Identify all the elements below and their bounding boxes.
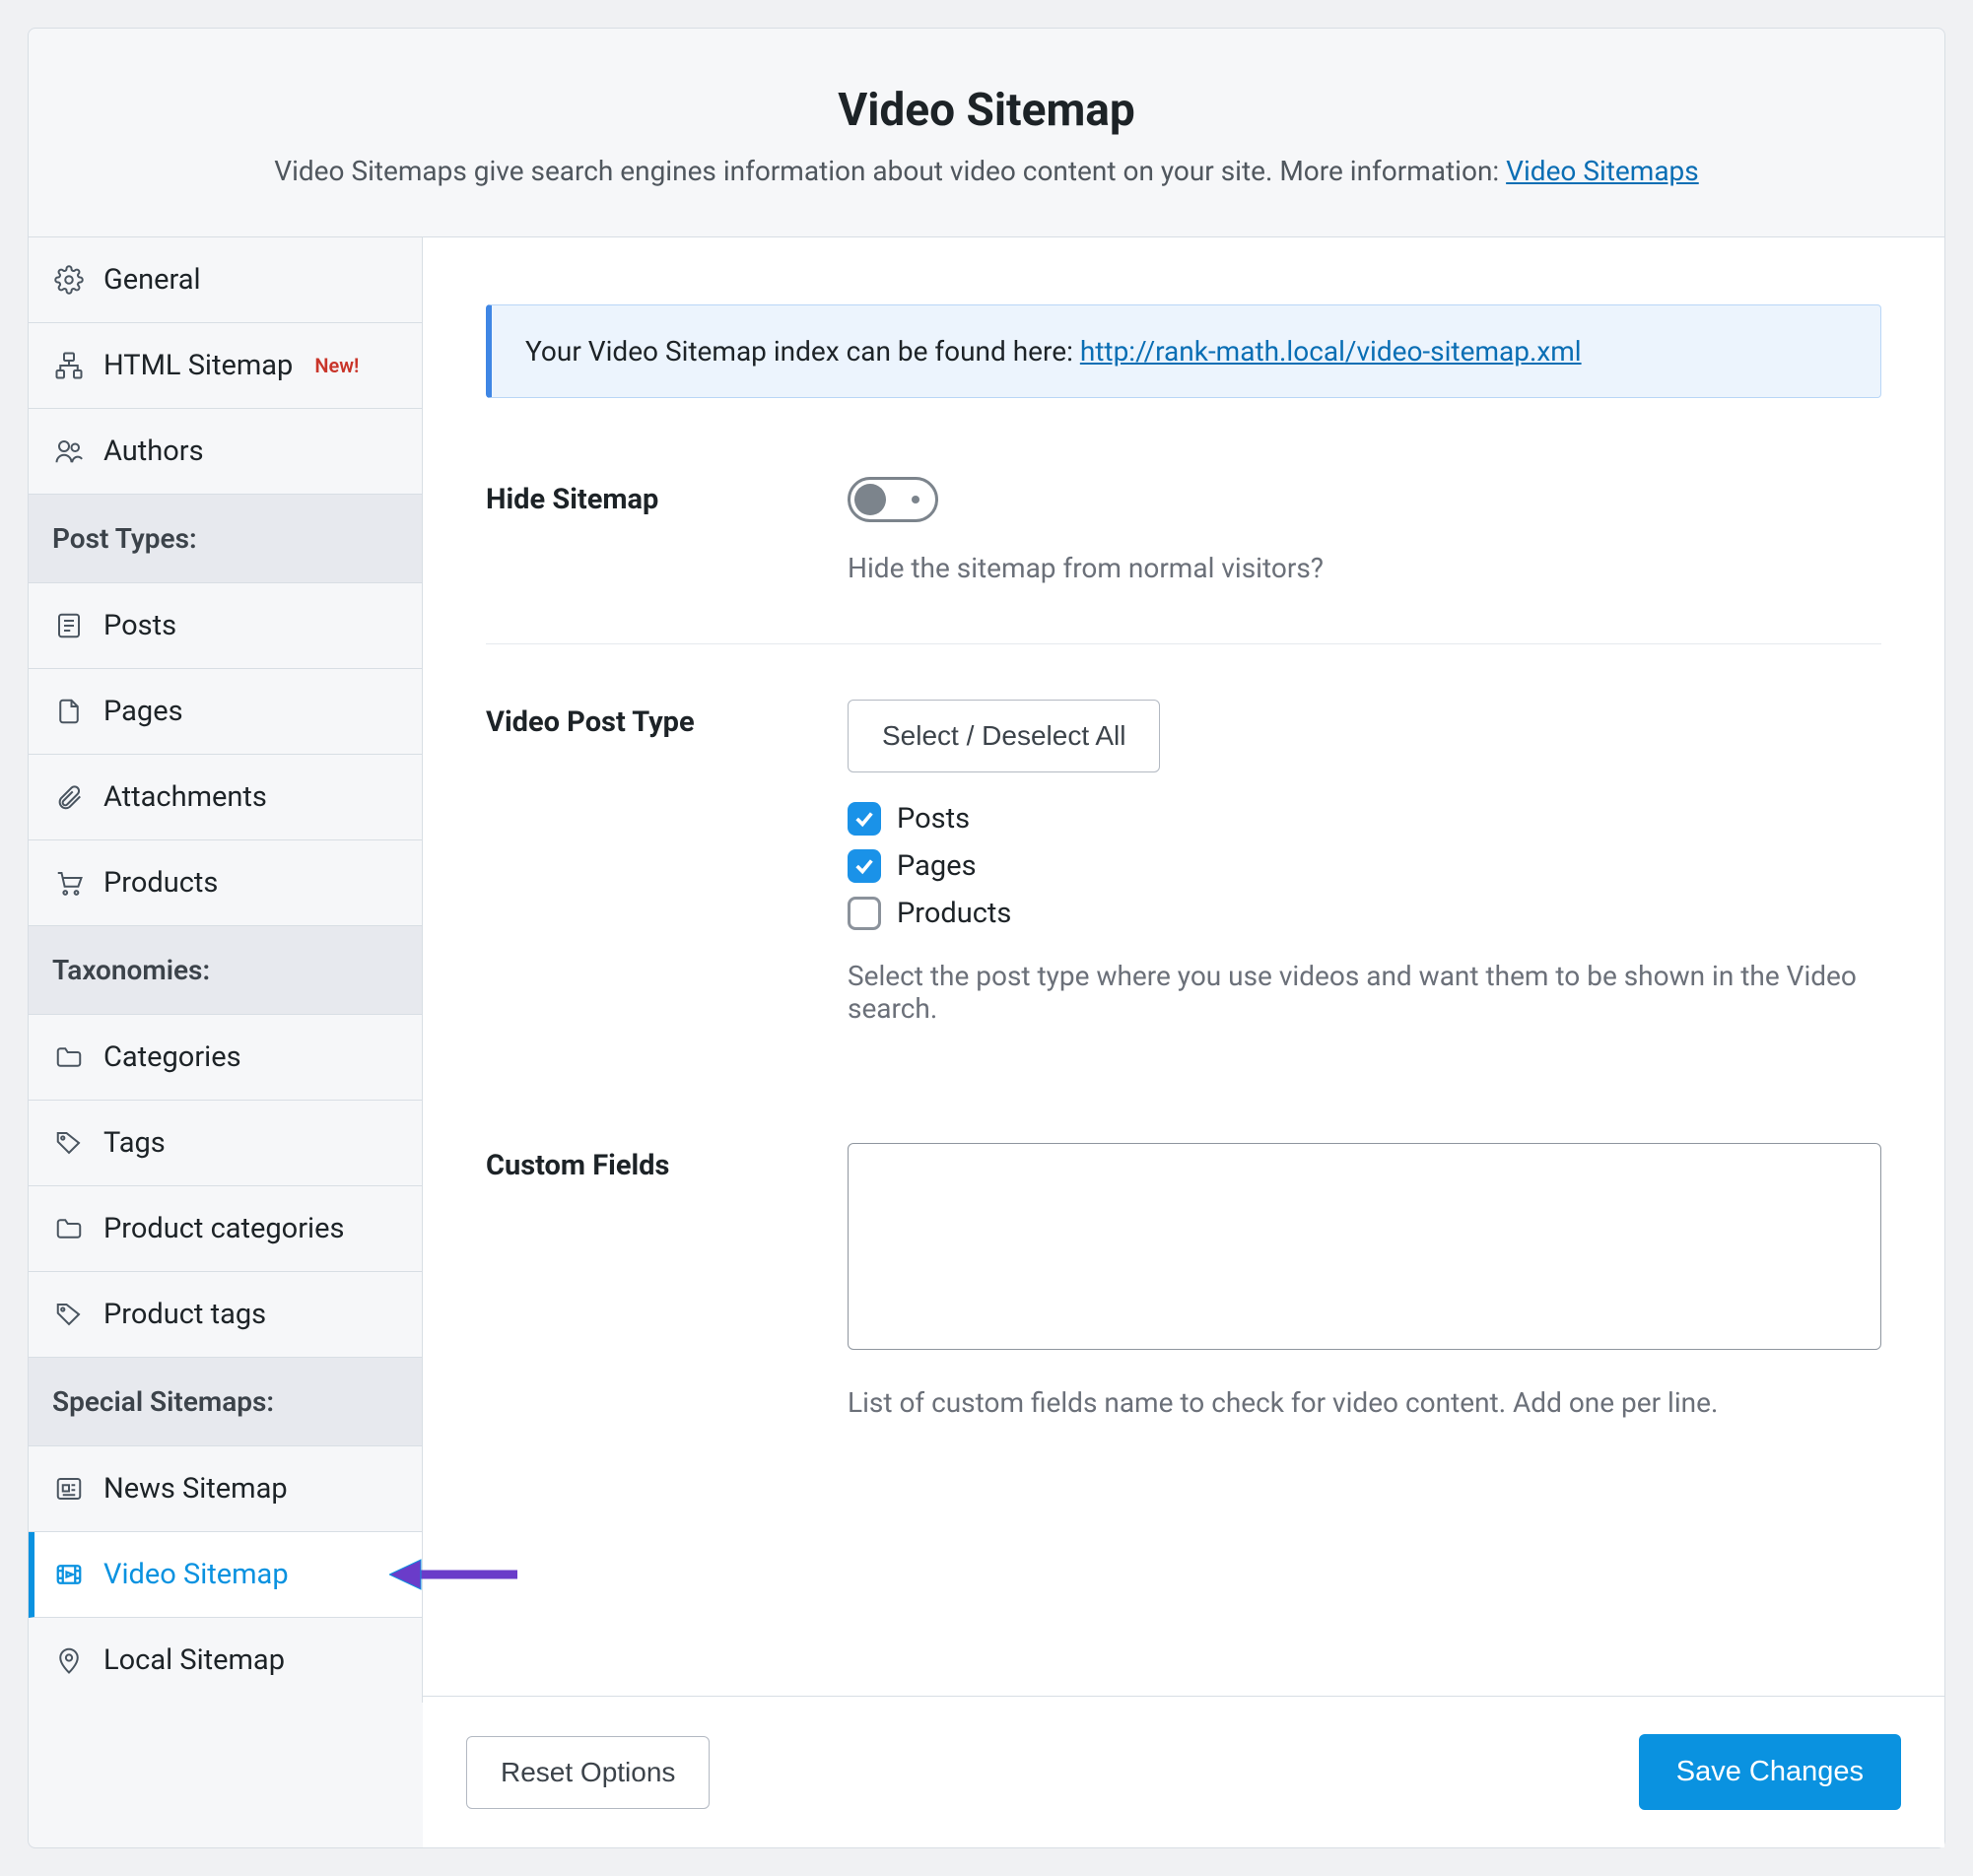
setting-hide-sitemap: Hide Sitemap Hide the sitemap from norma… xyxy=(486,477,1881,644)
sidebar-item-tags[interactable]: Tags xyxy=(29,1101,422,1186)
checkbox-checked-icon xyxy=(848,802,881,836)
sidebar-item-label: Pages xyxy=(103,695,183,728)
sidebar-item-html-sitemap[interactable]: HTML Sitemap New! xyxy=(29,323,422,409)
sidebar-item-label: Product categories xyxy=(103,1212,344,1245)
checkbox-unchecked-icon xyxy=(848,897,881,930)
sidebar-item-label: Product tags xyxy=(103,1298,266,1331)
setting-custom-fields: Custom Fields List of custom fields name… xyxy=(486,1143,1881,1478)
panel-footer: Reset Options Save Changes xyxy=(423,1696,1944,1847)
sidebar-item-news-sitemap[interactable]: News Sitemap xyxy=(29,1446,422,1532)
folder-icon xyxy=(52,1212,86,1245)
sidebar-item-general[interactable]: General xyxy=(29,237,422,323)
setting-help: Select the post type where you use video… xyxy=(848,960,1881,1025)
sidebar-item-products[interactable]: Products xyxy=(29,840,422,926)
gear-icon xyxy=(52,263,86,297)
sidebar-item-label: Local Sitemap xyxy=(103,1643,285,1677)
custom-fields-textarea[interactable] xyxy=(848,1143,1881,1350)
tag-icon xyxy=(52,1298,86,1331)
sidebar-item-label: HTML Sitemap xyxy=(103,349,293,382)
sidebar-section-posttypes: Post Types: xyxy=(29,495,422,583)
sidebar-item-product-categories[interactable]: Product categories xyxy=(29,1186,422,1272)
reset-options-button[interactable]: Reset Options xyxy=(466,1736,710,1809)
users-icon xyxy=(52,435,86,468)
sidebar-section-taxonomies: Taxonomies: xyxy=(29,926,422,1015)
settings-content: Your Video Sitemap index can be found he… xyxy=(423,237,1944,1696)
video-sitemaps-doc-link[interactable]: Video Sitemaps xyxy=(1506,155,1699,187)
settings-panel: Video Sitemap Video Sitemaps give search… xyxy=(28,28,1945,1848)
sidebar-item-label: Posts xyxy=(103,609,176,642)
checkbox-products[interactable]: Products xyxy=(848,897,1881,930)
setting-help: List of custom fields name to check for … xyxy=(848,1386,1881,1419)
settings-sidebar: General HTML Sitemap New! Authors Post T… xyxy=(29,237,423,1703)
sidebar-item-label: Authors xyxy=(103,435,204,468)
setting-label: Video Post Type xyxy=(486,700,836,1025)
page-title: Video Sitemap xyxy=(68,84,1905,137)
setting-label: Hide Sitemap xyxy=(486,477,836,584)
sidebar-item-pages[interactable]: Pages xyxy=(29,669,422,755)
new-badge: New! xyxy=(314,354,359,377)
sidebar-item-label: Categories xyxy=(103,1040,241,1074)
sidebar-section-special: Special Sitemaps: xyxy=(29,1358,422,1446)
sidebar-item-video-sitemap[interactable]: Video Sitemap xyxy=(29,1532,422,1618)
checkbox-pages[interactable]: Pages xyxy=(848,849,1881,883)
sidebar-item-categories[interactable]: Categories xyxy=(29,1015,422,1101)
setting-label: Custom Fields xyxy=(486,1143,836,1419)
sidebar-item-label: Tags xyxy=(103,1126,166,1160)
setting-video-post-type: Video Post Type Select / Deselect All Po… xyxy=(486,700,1881,1084)
hide-sitemap-toggle[interactable] xyxy=(848,477,938,522)
sidebar-item-label: Products xyxy=(103,866,218,900)
checkbox-checked-icon xyxy=(848,849,881,883)
checkbox-posts[interactable]: Posts xyxy=(848,802,1881,836)
sidebar-item-attachments[interactable]: Attachments xyxy=(29,755,422,840)
sidebar-item-authors[interactable]: Authors xyxy=(29,409,422,495)
sidebar-item-label: Attachments xyxy=(103,780,267,814)
sidebar-item-product-tags[interactable]: Product tags xyxy=(29,1272,422,1358)
sitemap-url-link[interactable]: http://rank-math.local/video-sitemap.xml xyxy=(1080,335,1582,368)
cart-icon xyxy=(52,866,86,900)
paperclip-icon xyxy=(52,780,86,814)
sidebar-item-local-sitemap[interactable]: Local Sitemap xyxy=(29,1618,422,1703)
save-changes-button[interactable]: Save Changes xyxy=(1639,1734,1901,1810)
checkbox-label: Posts xyxy=(897,802,970,836)
post-icon xyxy=(52,609,86,642)
setting-help: Hide the sitemap from normal visitors? xyxy=(848,552,1881,584)
select-deselect-all-button[interactable]: Select / Deselect All xyxy=(848,700,1160,772)
sitemap-url-notice: Your Video Sitemap index can be found he… xyxy=(486,304,1881,398)
sidebar-item-label: News Sitemap xyxy=(103,1472,288,1506)
pin-icon xyxy=(52,1643,86,1677)
sidebar-item-posts[interactable]: Posts xyxy=(29,583,422,669)
checkbox-label: Products xyxy=(897,897,1011,930)
checkbox-label: Pages xyxy=(897,849,977,883)
sitemap-icon xyxy=(52,349,86,382)
news-icon xyxy=(52,1472,86,1506)
tag-icon xyxy=(52,1126,86,1160)
folder-icon xyxy=(52,1040,86,1074)
sidebar-item-label: General xyxy=(103,263,201,297)
page-icon xyxy=(52,695,86,728)
video-icon xyxy=(52,1558,86,1591)
sidebar-item-label: Video Sitemap xyxy=(103,1558,289,1591)
panel-header: Video Sitemap Video Sitemaps give search… xyxy=(29,29,1944,237)
page-subtitle: Video Sitemaps give search engines infor… xyxy=(68,155,1905,187)
